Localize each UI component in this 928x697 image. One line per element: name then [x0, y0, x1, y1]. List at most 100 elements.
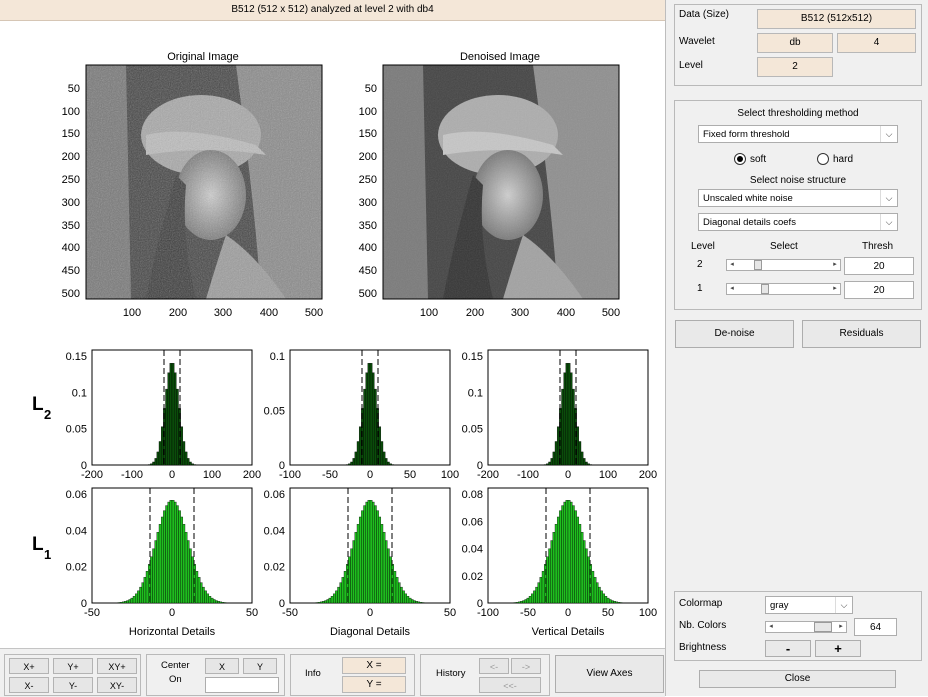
arrow-left-icon[interactable]: ◂ — [727, 260, 737, 270]
x-tick-label: -200 — [477, 469, 499, 481]
nb-colors-input[interactable]: 64 — [854, 618, 897, 636]
arrow-right-icon[interactable]: ▸ — [830, 260, 840, 270]
histogram-bar — [135, 594, 137, 603]
zoom-x-minus-button[interactable]: X- — [9, 677, 49, 693]
row-label-L2: L 2 — [32, 394, 51, 422]
x-tick: 200 — [466, 307, 484, 319]
y-tick: 100 — [62, 106, 80, 118]
histogram-bar — [377, 511, 379, 603]
histogram-bar — [374, 506, 376, 603]
center-y-button[interactable]: Y — [243, 658, 277, 674]
histogram-bar — [122, 602, 124, 603]
brightness-minus-button[interactable]: - — [765, 640, 811, 657]
histogram-bar — [546, 464, 548, 465]
image-axes-area: Original Image 50 100 150 200 250 300 35… — [0, 20, 665, 340]
histogram-bar — [525, 599, 527, 603]
arrow-right-icon[interactable]: ▸ — [830, 284, 840, 294]
histogram-bar — [202, 587, 204, 603]
histogram-bar — [562, 389, 564, 465]
y-tick: 250 — [62, 174, 80, 186]
y-tick: 350 — [359, 220, 377, 232]
histogram-L1-2[interactable]: 0.080.060.040.020-100-50050100 — [462, 488, 658, 619]
histogram-bar — [353, 541, 355, 603]
histogram-bar — [614, 601, 616, 603]
wavelet-order-value: 4 — [837, 33, 916, 53]
histogram-bar — [222, 602, 224, 603]
slider-thumb[interactable] — [754, 260, 762, 270]
slider-thumb[interactable] — [814, 622, 832, 632]
zoom-x-plus-button[interactable]: X+ — [9, 658, 49, 674]
y-tick: 500 — [359, 288, 377, 300]
histogram-bar — [568, 363, 570, 465]
view-axes-button[interactable]: View Axes — [555, 655, 664, 693]
histogram-bar — [585, 462, 587, 465]
histogram-bar — [153, 549, 155, 603]
histogram-bar — [387, 462, 389, 465]
histogram-bar — [588, 557, 590, 603]
histogram-bar — [129, 599, 131, 603]
soft-radio[interactable] — [734, 153, 746, 165]
slider-thumb[interactable] — [761, 284, 769, 294]
histogram-bar — [533, 591, 535, 603]
histogram-bar — [568, 500, 570, 603]
histogram-bar — [549, 549, 551, 603]
x-tick-label: 100 — [599, 469, 617, 481]
arrow-left-icon[interactable]: ◂ — [727, 284, 737, 294]
brightness-plus-button[interactable]: + — [815, 640, 861, 657]
zoom-y-minus-button[interactable]: Y- — [53, 677, 93, 693]
center-input[interactable] — [205, 677, 279, 693]
histogram-bar — [385, 541, 387, 603]
histogram-bar — [218, 601, 220, 603]
info-x-value: X = — [342, 657, 406, 674]
threshold-input-level2[interactable]: 20 — [844, 257, 914, 275]
arrow-right-icon[interactable]: ▸ — [836, 622, 846, 632]
threshold-input-level1[interactable]: 20 — [844, 281, 914, 299]
threshold-method-select[interactable]: Fixed form threshold ⌵ — [698, 125, 898, 143]
histogram-bar — [385, 458, 387, 465]
histogram-bar — [581, 452, 583, 465]
histogram-L2-2[interactable]: 0.150.10.050-200-1000100200 — [462, 350, 658, 481]
histogram-L2-1[interactable]: 0.10.050-100-50050100 — [264, 350, 460, 481]
close-button[interactable]: Close — [699, 670, 896, 688]
histogram-bar — [598, 587, 600, 603]
histogram-bar — [137, 591, 139, 603]
histogram-bar — [577, 427, 579, 465]
history-first-button[interactable]: <<- — [479, 677, 541, 693]
brightness-label: Brightness — [679, 642, 726, 653]
denoised-image[interactable] — [383, 65, 619, 299]
original-image[interactable] — [86, 65, 322, 299]
histogram-bar — [133, 596, 135, 603]
hard-radio[interactable] — [817, 153, 829, 165]
colormap-select[interactable]: gray ⌵ — [765, 596, 853, 614]
histogram-bar — [557, 427, 559, 465]
threshold-slider-level1[interactable]: ◂ ▸ — [726, 283, 841, 295]
denoise-button[interactable]: De-noise — [675, 320, 794, 348]
histogram-L2-0[interactable]: 0.150.10.050-200-1000100200 — [66, 350, 262, 481]
histogram-bar — [557, 517, 559, 603]
vertical-details-label: Vertical Details — [532, 626, 605, 638]
residuals-button[interactable]: Residuals — [802, 320, 921, 348]
noise-structure-select[interactable]: Unscaled white noise ⌵ — [698, 189, 898, 207]
denoised-image-title: Denoised Image — [460, 51, 540, 63]
histogram-L1-1[interactable]: 0.060.040.020-50050 — [264, 488, 457, 619]
zoom-y-plus-button[interactable]: Y+ — [53, 658, 93, 674]
noise-structure-title: Select noise structure — [675, 175, 921, 186]
histogram-L1-0[interactable]: 0.060.040.020-50050 — [66, 488, 259, 619]
threshold-slider-level2[interactable]: ◂ ▸ — [726, 259, 841, 271]
histogram-bar — [405, 594, 407, 603]
history-forward-button[interactable]: -> — [511, 658, 541, 674]
original-x-ticks: 100 200 300 400 500 — [123, 307, 323, 319]
histogram-bar — [407, 596, 409, 603]
details-select[interactable]: Diagonal details coefs ⌵ — [698, 213, 898, 231]
nb-colors-slider[interactable]: ◂ ▸ — [765, 621, 847, 633]
zoom-xy-minus-button[interactable]: XY- — [97, 677, 137, 693]
center-x-button[interactable]: X — [205, 658, 239, 674]
histogram-bar — [331, 596, 333, 603]
arrow-left-icon[interactable]: ◂ — [766, 622, 776, 632]
history-back-button[interactable]: <- — [479, 658, 509, 674]
histogram-bar — [174, 373, 176, 465]
zoom-xy-plus-button[interactable]: XY+ — [97, 658, 137, 674]
histogram-bar — [527, 598, 529, 603]
denoised-y-ticks: 50 100 150 200 250 300 350 400 450 500 — [359, 83, 377, 300]
histogram-bar — [168, 373, 170, 465]
